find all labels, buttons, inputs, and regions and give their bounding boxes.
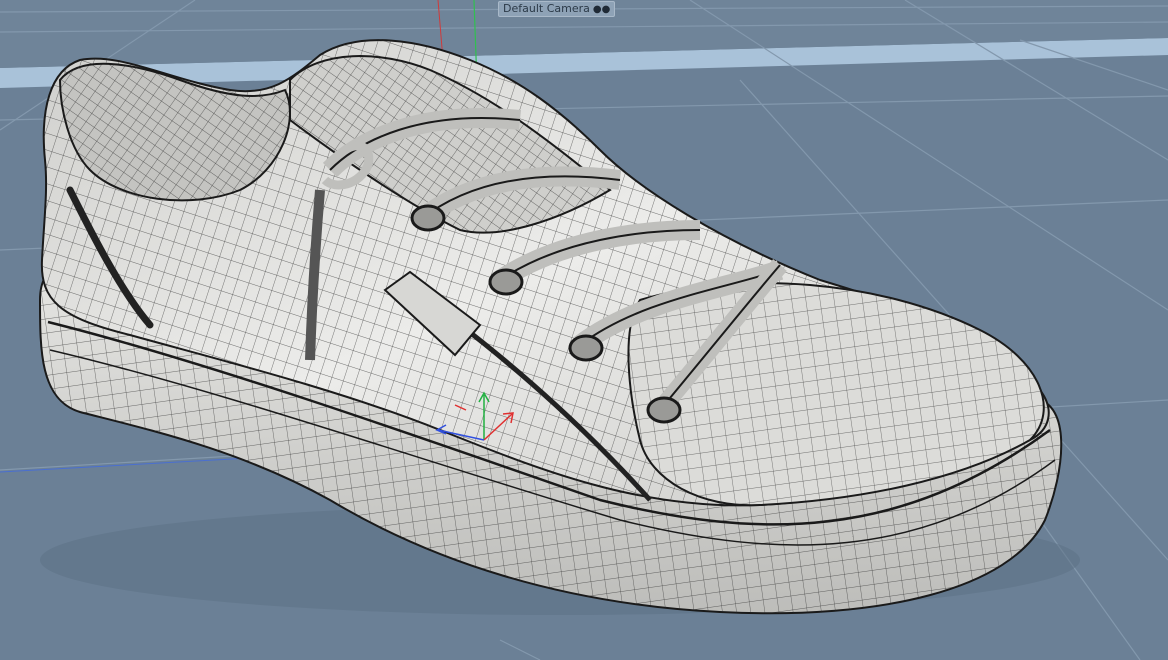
eyelet — [568, 334, 604, 362]
eyelet — [488, 268, 524, 296]
camera-label[interactable]: Default Camera ●● — [498, 1, 616, 17]
camera-icon[interactable]: ●● — [593, 3, 610, 17]
eyelet — [410, 204, 446, 232]
camera-name: Default Camera — [503, 2, 590, 15]
viewport-scene[interactable] — [0, 0, 1168, 660]
eyelet — [646, 396, 682, 424]
3d-viewport[interactable]: Default Camera ●● — [0, 0, 1168, 660]
